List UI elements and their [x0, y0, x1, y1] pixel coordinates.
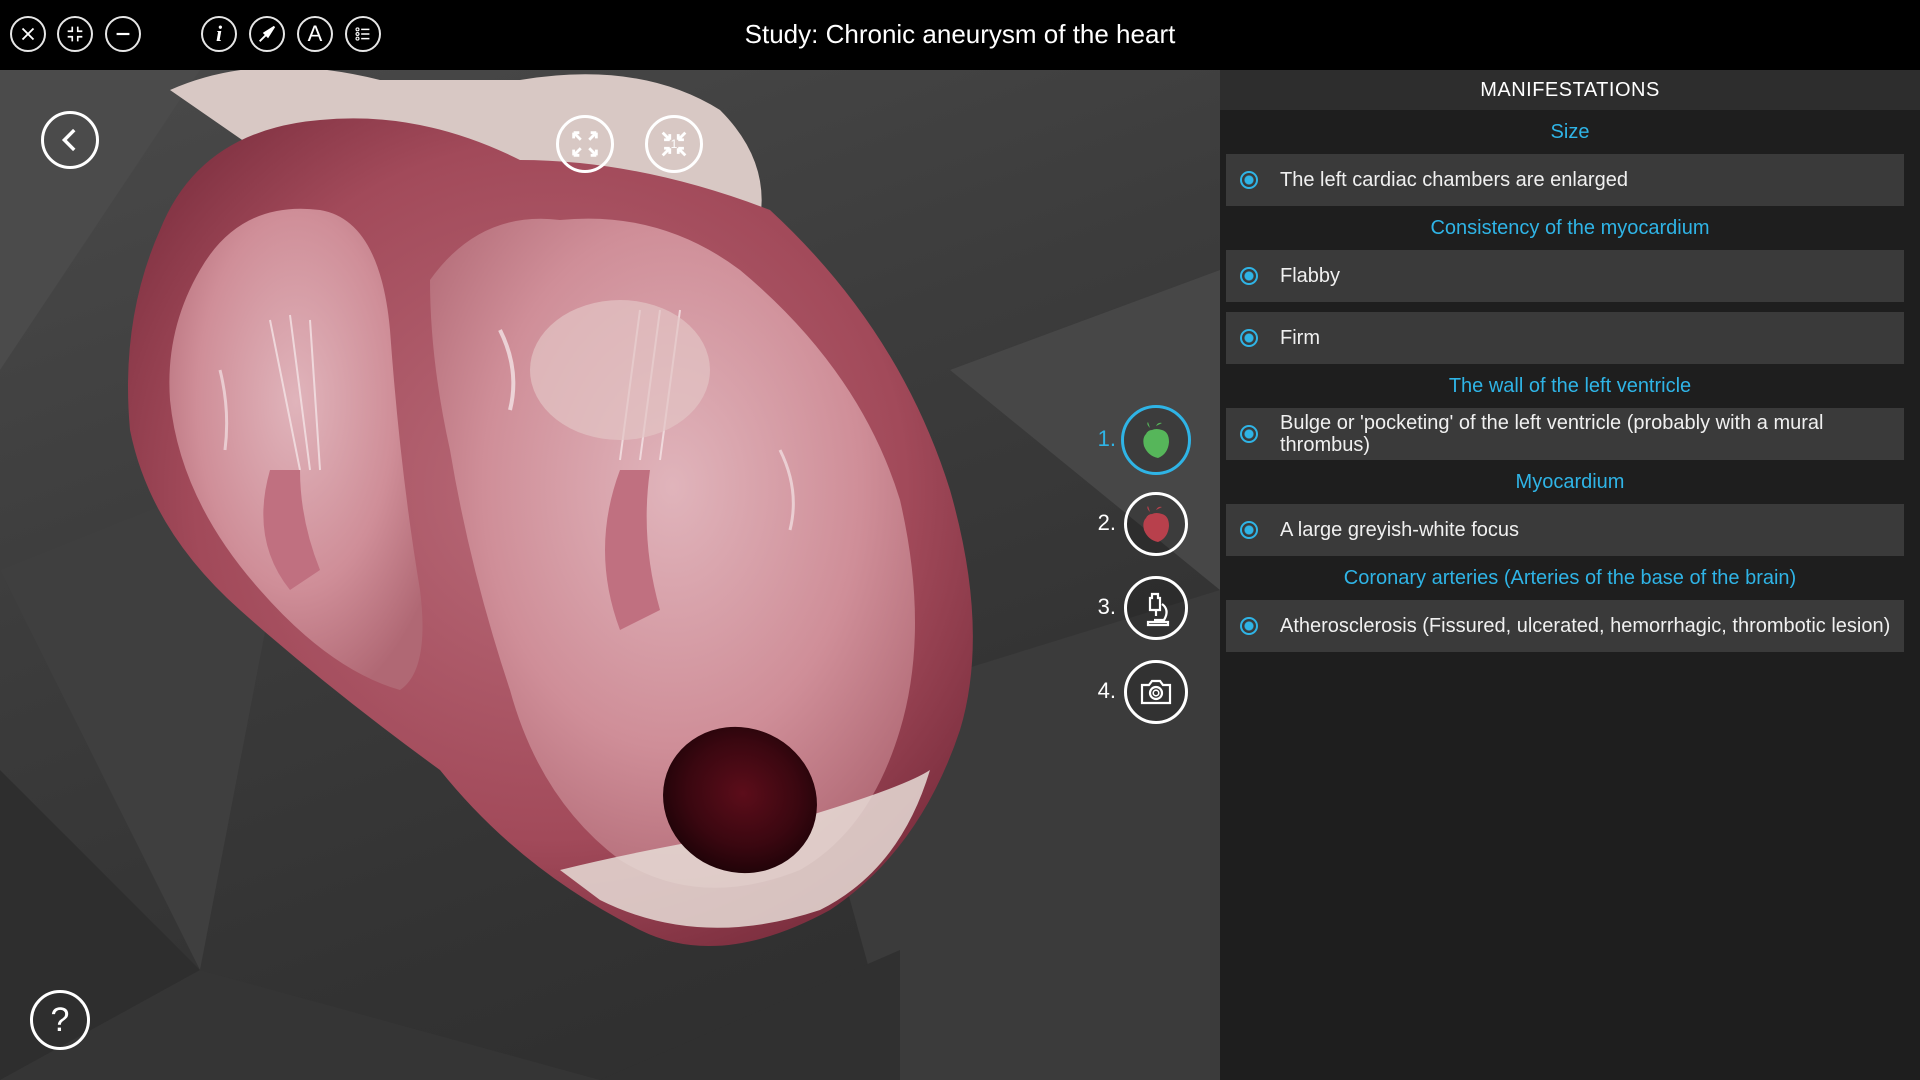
list-icon[interactable]	[345, 16, 381, 52]
step-2-button[interactable]	[1124, 492, 1188, 556]
item-label: The left cardiac chambers are enlarged	[1280, 169, 1628, 191]
step-3-button[interactable]	[1124, 576, 1188, 640]
item-label: A large greyish-white focus	[1280, 519, 1520, 541]
top-bar: i A Study: Chronic aneurysm of the heart	[0, 0, 1920, 70]
list-glyph	[355, 27, 370, 41]
manifestation-item[interactable]: Atherosclerosis (Fissured, ulcerated, he…	[1226, 600, 1904, 652]
chevron-left-icon	[61, 128, 76, 152]
section-title-myocardium: Myocardium	[1515, 471, 1625, 493]
step-number: 3.	[1097, 594, 1116, 619]
text-a-icon[interactable]: A	[297, 16, 333, 52]
info-glyph: i	[215, 21, 223, 46]
manifestation-item[interactable]: Flabby	[1226, 250, 1904, 302]
reset-view-badge: 1	[670, 137, 678, 151]
item-label: Atherosclerosis (Fissured, ulcerated, he…	[1280, 615, 1891, 637]
step-4-button[interactable]	[1124, 660, 1188, 724]
model-viewport[interactable]: 1 1. 2. 3. 4. ?	[0, 70, 1220, 1080]
item-label: Flabby	[1280, 265, 1341, 287]
manifestation-item[interactable]: Bulge or 'pocketing' of the left ventric…	[1226, 408, 1904, 460]
radio-button[interactable]	[1240, 267, 1258, 285]
step-3[interactable]: 3.	[1080, 572, 1210, 644]
step-number: 2.	[1097, 510, 1116, 535]
brush-icon[interactable]	[249, 16, 285, 52]
close-icon[interactable]	[10, 16, 46, 52]
radio-button[interactable]	[1240, 329, 1258, 347]
heart-model[interactable]	[0, 70, 1220, 1080]
microscope-icon	[1146, 592, 1170, 627]
manifestations-panel: MANIFESTATIONS Size The left cardiac cha…	[1220, 70, 1920, 1080]
manifestation-item[interactable]: A large greyish-white focus	[1226, 504, 1904, 556]
page-title: Study: Chronic aneurysm of the heart	[0, 0, 1920, 70]
radio-button[interactable]	[1240, 425, 1258, 443]
fullscreen-button[interactable]	[556, 115, 614, 173]
step-4[interactable]: 4.	[1080, 656, 1210, 728]
info-icon[interactable]: i	[201, 16, 237, 52]
page-title-text: Study: Chronic aneurysm of the heart	[744, 19, 1176, 49]
panel-header: MANIFESTATIONS	[1220, 70, 1920, 110]
expand-icon	[572, 131, 598, 157]
help-button[interactable]: ?	[30, 990, 90, 1050]
camera-icon	[1140, 679, 1172, 705]
step-number: 4.	[1097, 678, 1116, 703]
collapse-glyph	[67, 26, 83, 42]
section-title-consistency: Consistency of the myocardium	[1430, 217, 1710, 239]
collapse-icon[interactable]	[57, 16, 93, 52]
text-a-glyph: A	[307, 21, 323, 46]
step-2[interactable]: 2.	[1080, 488, 1210, 560]
section-title-coronary: Coronary arteries (Arteries of the base …	[1343, 567, 1797, 589]
heart-green-icon	[1143, 422, 1169, 458]
heart-red-icon	[1143, 506, 1169, 542]
item-label: Firm	[1280, 327, 1320, 349]
minimize-glyph	[116, 32, 130, 36]
close-glyph	[21, 27, 35, 41]
section-title-size: Size	[1550, 121, 1590, 143]
section-title-wall: The wall of the left ventricle	[1448, 375, 1692, 397]
radio-button[interactable]	[1240, 521, 1258, 539]
manifestation-item[interactable]: The left cardiac chambers are enlarged	[1226, 154, 1904, 206]
back-button[interactable]	[41, 111, 99, 169]
manifestation-item[interactable]: Firm	[1226, 312, 1904, 364]
step-number: 1.	[1097, 426, 1116, 451]
radio-button[interactable]	[1240, 617, 1258, 635]
step-1-button[interactable]	[1121, 405, 1191, 475]
minimize-icon[interactable]	[105, 16, 141, 52]
brush-glyph	[259, 25, 276, 42]
help-icon: ?	[50, 1000, 70, 1039]
radio-button[interactable]	[1240, 171, 1258, 189]
step-1[interactable]: 1.	[1080, 404, 1210, 476]
item-label: Bulge or 'pocketing' of the left ventric…	[1280, 412, 1824, 456]
reset-view-button[interactable]: 1	[645, 115, 703, 173]
